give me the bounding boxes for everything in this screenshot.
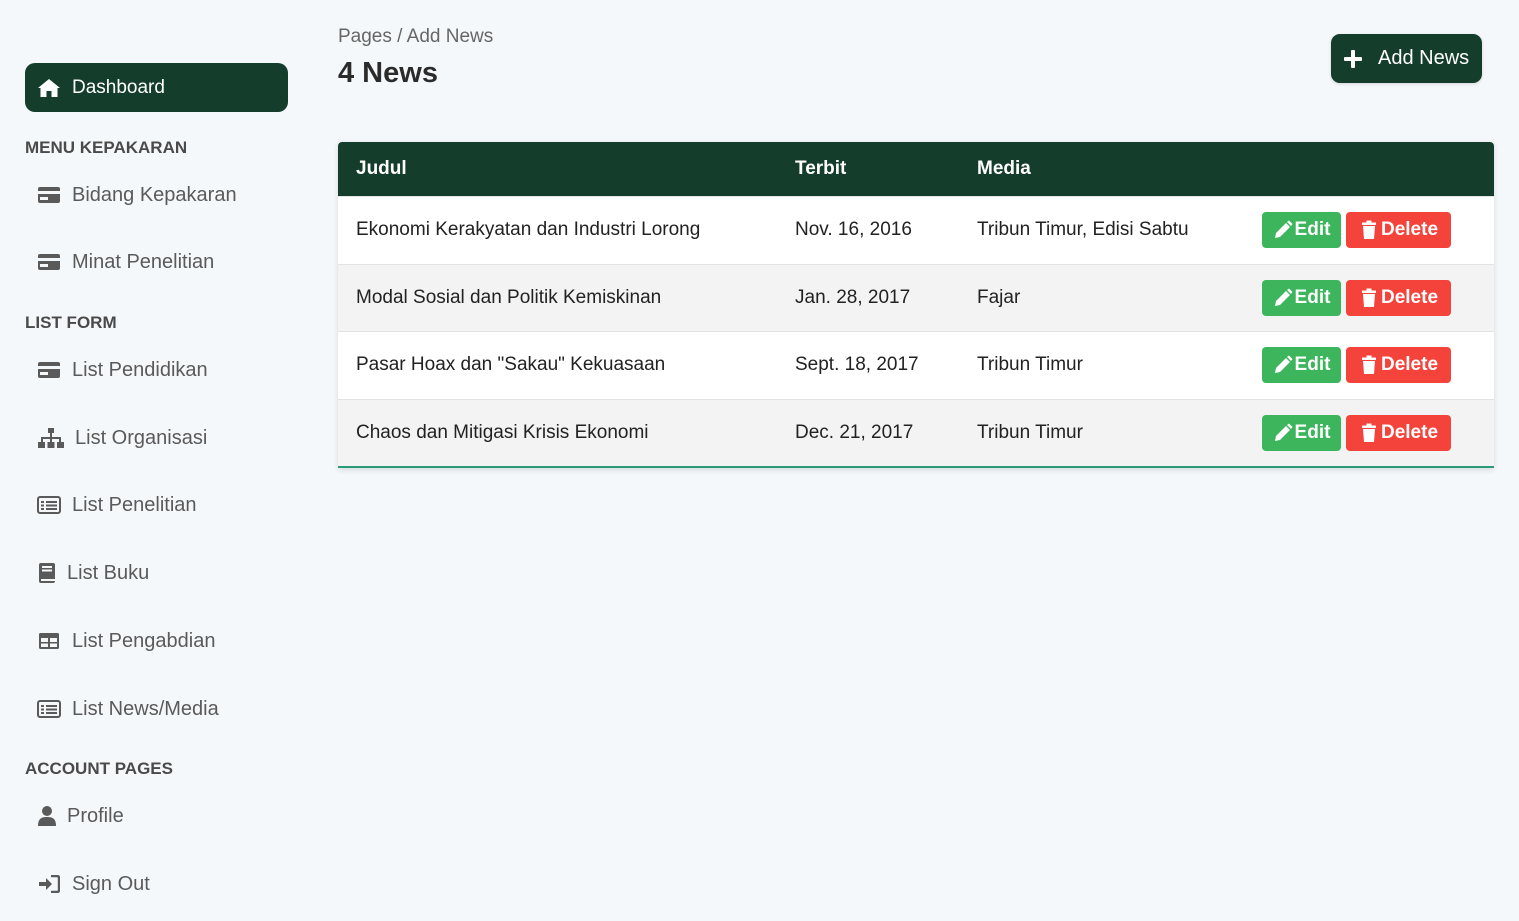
- cell-judul: Modal Sosial dan Politik Kemiskinan: [356, 286, 662, 308]
- home-icon: [37, 78, 61, 98]
- page-title: 4 News: [338, 57, 438, 89]
- add-news-button[interactable]: Add News: [1331, 34, 1482, 83]
- cell-judul: Chaos dan Mitigasi Krisis Ekonomi: [356, 421, 649, 443]
- pencil-icon: [1273, 288, 1293, 308]
- pencil-icon: [1273, 423, 1293, 443]
- sidebar-item-minat-penelitian[interactable]: Minat Penelitian: [37, 247, 214, 277]
- breadcrumb: Pages / Add News: [338, 26, 494, 47]
- trash-icon: [1359, 355, 1379, 375]
- sidebar-item-label: Minat Penelitian: [72, 250, 215, 273]
- section-title-menu-kepakaran: MENU KEPAKARAN: [25, 138, 188, 157]
- cell-media: Tribun Timur, Edisi Sabtu: [977, 219, 1189, 241]
- cell-terbit: Jan. 28, 2017: [795, 286, 911, 308]
- sidebar-item-list-organisasi[interactable]: List Organisasi: [37, 423, 207, 453]
- sidebar-item-label: List Organisasi: [75, 426, 208, 449]
- sidebar-item-list-pendidikan[interactable]: List Pendidikan: [37, 355, 208, 385]
- list-alt-icon: [37, 698, 61, 720]
- delete-label: Delete: [1380, 421, 1439, 443]
- cell-judul: Ekonomi Kerakyatan dan Industri Lorong: [356, 219, 701, 241]
- card-icon: [37, 359, 61, 381]
- column-header-terbit: Terbit: [795, 158, 847, 179]
- trash-icon: [1359, 288, 1379, 308]
- trash-icon: [1359, 423, 1379, 443]
- section-title-list-form: LIST FORM: [25, 313, 117, 332]
- table-row: Modal Sosial dan Politik Kemiskinan Jan.…: [338, 263, 1494, 331]
- sidebar-item-profile[interactable]: Profile: [37, 801, 124, 831]
- pencil-icon: [1273, 220, 1293, 240]
- sidebar-item-list-penelitian[interactable]: List Penelitian: [37, 490, 197, 520]
- section-title-account-pages: ACCOUNT PAGES: [25, 759, 173, 778]
- sidebar-item-label: List News/Media: [72, 697, 219, 720]
- cell-terbit: Sept. 18, 2017: [795, 354, 919, 376]
- trash-icon: [1359, 220, 1379, 240]
- sidebar: Dashboard MENU KEPAKARAN Bidang Kepakara…: [25, 63, 288, 895]
- cell-media: Tribun Timur: [977, 354, 1083, 376]
- delete-button[interactable]: Delete: [1346, 212, 1451, 249]
- edit-button[interactable]: Edit: [1262, 212, 1341, 249]
- table-row: Pasar Hoax dan "Sakau" Kekuasaan Sept. 1…: [338, 331, 1494, 399]
- edit-label: Edit: [1294, 354, 1331, 376]
- cell-terbit: Nov. 16, 2016: [795, 219, 912, 241]
- news-table: Judul Terbit Media Ekonomi Kerakyatan da…: [338, 142, 1494, 468]
- sidebar-item-label: List Penelitian: [72, 493, 197, 516]
- edit-button[interactable]: Edit: [1262, 347, 1341, 384]
- sidebar-item-list-pengabdian[interactable]: List Pengabdian: [37, 626, 215, 656]
- cell-actions: Edit Delete: [1243, 347, 1494, 384]
- delete-label: Delete: [1380, 354, 1439, 376]
- edit-label: Edit: [1294, 219, 1331, 241]
- card-icon: [37, 251, 61, 273]
- sidebar-item-sign-out[interactable]: Sign Out: [37, 869, 150, 899]
- sitemap-icon: [37, 427, 64, 449]
- sidebar-item-bidang-kepakaran[interactable]: Bidang Kepakaran: [37, 180, 237, 210]
- delete-label: Delete: [1380, 286, 1439, 308]
- sidebar-item-dashboard[interactable]: Dashboard: [25, 63, 288, 112]
- column-header-judul: Judul: [356, 158, 407, 179]
- sidebar-item-label: List Pengabdian: [72, 629, 216, 652]
- sidebar-item-label: List Buku: [67, 561, 150, 584]
- delete-button[interactable]: Delete: [1346, 347, 1451, 384]
- edit-button[interactable]: Edit: [1262, 279, 1341, 316]
- cell-media: Tribun Timur: [977, 421, 1083, 443]
- delete-button[interactable]: Delete: [1346, 414, 1451, 451]
- book-icon: [37, 562, 56, 584]
- sidebar-item-list-buku[interactable]: List Buku: [37, 558, 149, 588]
- sidebar-item-list-news-media[interactable]: List News/Media: [37, 694, 219, 724]
- plus-icon: [1343, 49, 1363, 69]
- pencil-icon: [1273, 355, 1293, 375]
- sign-in-icon: [37, 873, 61, 895]
- table-row: Ekonomi Kerakyatan dan Industri Lorong N…: [338, 196, 1494, 264]
- cell-media: Fajar: [977, 286, 1021, 308]
- edit-label: Edit: [1294, 421, 1331, 443]
- sidebar-item-label: Bidang Kepakaran: [72, 183, 237, 206]
- delete-button[interactable]: Delete: [1346, 279, 1451, 316]
- edit-label: Edit: [1294, 286, 1331, 308]
- cell-judul: Pasar Hoax dan "Sakau" Kekuasaan: [356, 354, 666, 376]
- user-icon: [37, 805, 56, 827]
- cell-actions: Edit Delete: [1243, 414, 1494, 451]
- column-header-media: Media: [977, 158, 1031, 179]
- cell-actions: Edit Delete: [1243, 212, 1494, 249]
- sidebar-item-label: List Pendidikan: [72, 358, 208, 381]
- sidebar-item-label: Dashboard: [72, 76, 165, 98]
- cell-actions: Edit Delete: [1243, 279, 1494, 316]
- table-icon: [37, 630, 61, 652]
- list-alt-icon: [37, 494, 61, 516]
- sidebar-item-label: Profile: [67, 804, 124, 827]
- card-icon: [37, 184, 61, 206]
- edit-button[interactable]: Edit: [1262, 414, 1341, 451]
- table-header: Judul Terbit Media: [338, 142, 1494, 196]
- delete-label: Delete: [1380, 219, 1439, 241]
- table-row: Chaos dan Mitigasi Krisis Ekonomi Dec. 2…: [338, 398, 1494, 466]
- cell-terbit: Dec. 21, 2017: [795, 421, 914, 443]
- add-news-label: Add News: [1378, 47, 1470, 69]
- sidebar-item-label: Sign Out: [72, 872, 150, 895]
